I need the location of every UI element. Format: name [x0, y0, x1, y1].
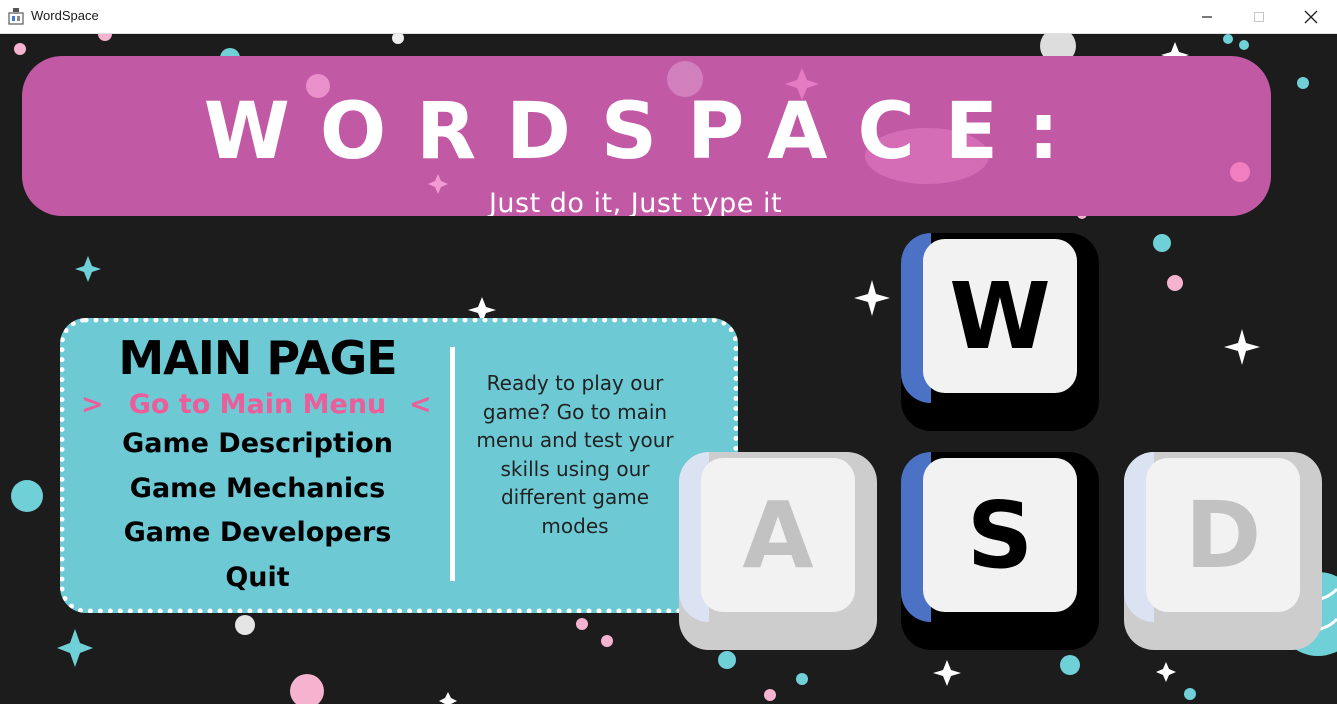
- menu-item-quit[interactable]: Quit: [65, 561, 450, 595]
- game-canvas: WORDSPACE: Just do it, Just type it MAIN…: [0, 34, 1337, 704]
- key-a: A: [679, 452, 877, 650]
- key-a-label: A: [701, 458, 855, 612]
- key-w: W: [901, 233, 1099, 431]
- menu-heading: MAIN PAGE: [118, 331, 397, 385]
- key-d-label: D: [1146, 458, 1300, 612]
- panel-divider: [450, 347, 455, 581]
- menu-item-game-mechanics[interactable]: Game Mechanics: [65, 472, 450, 506]
- menu-item-game-description[interactable]: Game Description: [65, 427, 450, 461]
- close-icon: [1304, 10, 1318, 24]
- menu-description: Ready to play our game? Go to main menu …: [476, 371, 674, 538]
- main-menu-panel: MAIN PAGE > < Go to Main Menu Game Descr…: [60, 318, 738, 613]
- menu-item-game-developers[interactable]: Game Developers: [65, 516, 450, 550]
- title-banner: WORDSPACE: Just do it, Just type it: [22, 56, 1271, 216]
- window-title: WordSpace: [31, 8, 99, 23]
- window-titlebar: WordSpace: [0, 0, 1337, 34]
- app-icon: [8, 8, 24, 25]
- key-s-label: S: [923, 458, 1077, 612]
- game-title: WORDSPACE:: [203, 87, 1090, 177]
- key-w-label: W: [923, 239, 1077, 393]
- minimize-icon: [1202, 16, 1212, 18]
- menu-item-go-to-main-menu[interactable]: Go to Main Menu: [65, 388, 450, 422]
- close-button[interactable]: [1288, 0, 1334, 34]
- maximize-button[interactable]: [1236, 0, 1282, 34]
- key-s: S: [901, 452, 1099, 650]
- game-tagline: Just do it, Just type it: [488, 188, 783, 216]
- menu-column: MAIN PAGE > < Go to Main Menu Game Descr…: [65, 323, 450, 608]
- minimize-button[interactable]: [1184, 0, 1230, 34]
- maximize-icon: [1254, 12, 1264, 22]
- key-d: D: [1124, 452, 1322, 650]
